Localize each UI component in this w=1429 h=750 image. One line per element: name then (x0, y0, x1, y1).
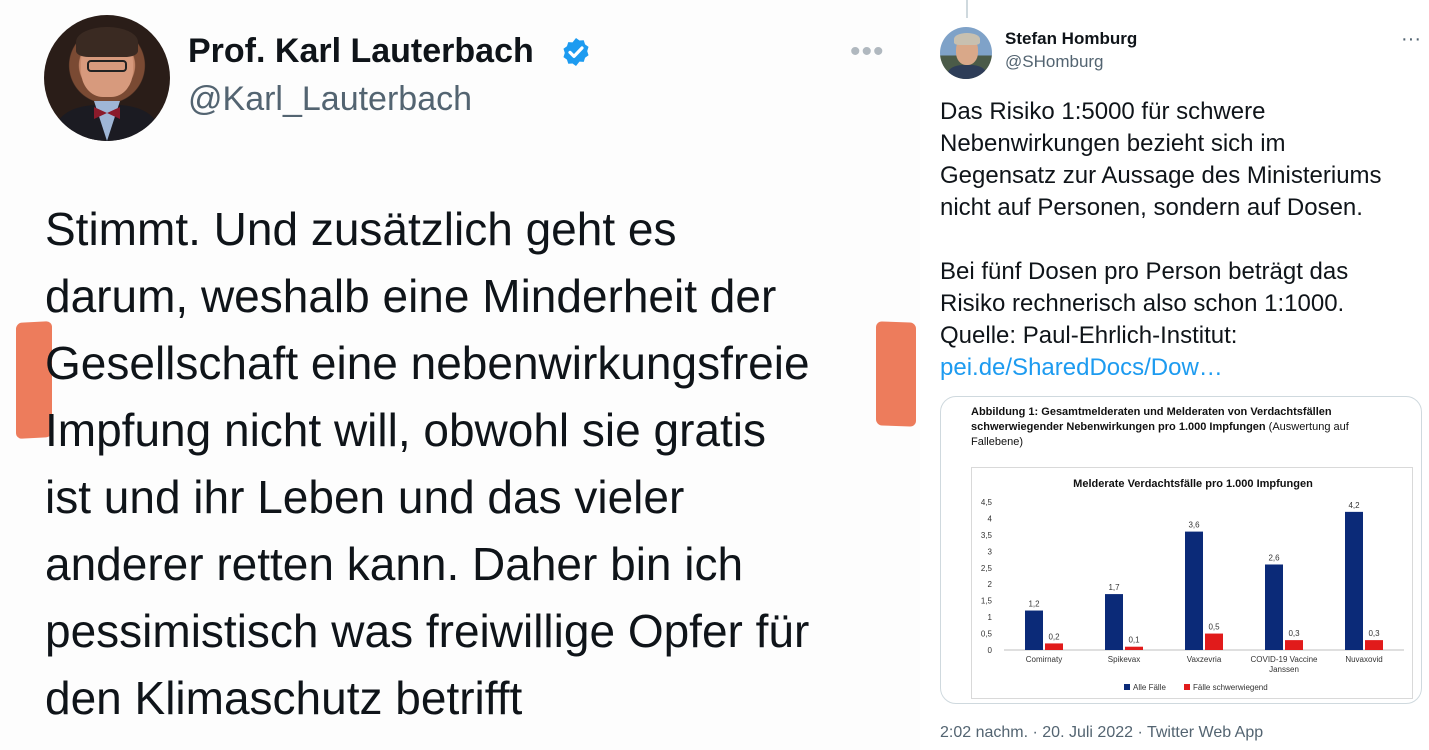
bar-serious-cases (1125, 646, 1143, 650)
avatar[interactable] (940, 27, 992, 79)
avatar[interactable] (44, 15, 170, 141)
y-tick-label: 2,5 (981, 564, 993, 573)
y-tick-label: 4 (988, 514, 993, 523)
data-label: 0,5 (1208, 623, 1220, 632)
bar-all-cases (1265, 564, 1283, 650)
tweet-text: Stimmt. Und zusätzlich geht es darum, we… (45, 196, 905, 732)
data-label: 0,3 (1368, 629, 1380, 638)
data-label: 2,6 (1268, 553, 1280, 562)
figure-caption: Abbildung 1: Gesamtmelderaten und Melder… (971, 405, 1401, 450)
tweet-text-line: den Klimaschutz betrifft (45, 672, 523, 724)
tweet-text-line: Quelle: Paul-Ehrlich-Institut: (940, 322, 1238, 349)
handle[interactable]: @SHomburg (1005, 52, 1104, 72)
data-label: 0,1 (1128, 636, 1140, 645)
legend-label: Fälle schwerwiegend (1193, 683, 1268, 692)
y-tick-label: 2 (988, 580, 993, 589)
bar-chart: Melderate Verdachtsfälle pro 1.000 Impfu… (971, 467, 1413, 699)
tweet-text-line: darum, weshalb eine Minderheit der (45, 270, 777, 322)
tweet-text-line: Gesellschaft eine nebenwirkungsfreie (45, 337, 810, 389)
tweet-text-line: Stimmt. Und zusätzlich geht es (45, 203, 677, 255)
bar-serious-cases (1205, 633, 1223, 650)
bar-all-cases (1185, 531, 1203, 650)
bar-all-cases (1345, 511, 1363, 650)
bar-serious-cases (1045, 643, 1063, 650)
media-card[interactable]: Abbildung 1: Gesamtmelderaten und Melder… (940, 396, 1422, 704)
bar-all-cases (1025, 610, 1043, 650)
legend-swatch (1124, 684, 1130, 690)
x-tick-label: Nuvaxovid (1345, 655, 1382, 664)
y-tick-label: 3,5 (981, 531, 993, 540)
y-tick-label: 1 (988, 613, 993, 622)
tweet-text-line: Bei fünf Dosen pro Person beträgt das (940, 258, 1349, 285)
x-tick-label: COVID-19 Vaccine (1251, 655, 1319, 664)
y-tick-label: 4,5 (981, 498, 993, 507)
tweet-text-line: Gegensatz zur Aussage des Ministeriums (940, 162, 1382, 189)
data-label: 4,2 (1348, 501, 1360, 510)
bar-serious-cases (1285, 640, 1303, 650)
legend-swatch (1184, 684, 1190, 690)
x-tick-label: Janssen (1269, 665, 1299, 674)
data-label: 0,3 (1288, 629, 1300, 638)
data-label: 1,7 (1108, 583, 1120, 592)
verified-badge-icon (563, 38, 589, 66)
tweet-text-line: pessimistisch was freiwillige Opfer für (45, 605, 810, 657)
x-tick-label: Comirnaty (1026, 655, 1062, 664)
tweet-text-line: anderer retten kann. Daher bin ich (45, 538, 744, 590)
more-options-icon[interactable]: ··· (1401, 28, 1421, 51)
bar-serious-cases (1365, 640, 1383, 650)
thread-line (966, 0, 968, 18)
tweet-text: Das Risiko 1:5000 für schwere Nebenwirku… (940, 96, 1420, 384)
source-link[interactable]: pei.de/SharedDocs/Dow… (940, 352, 1420, 384)
tweet-text-line: ist und ihr Leben und das vieler (45, 471, 685, 523)
x-tick-label: Vaxzevria (1187, 655, 1222, 664)
data-label: 3,6 (1188, 521, 1200, 530)
y-tick-label: 3 (988, 547, 993, 556)
bar-all-cases (1105, 594, 1123, 650)
handle[interactable]: @Karl_Lauterbach (188, 80, 472, 119)
y-tick-label: 1,5 (981, 597, 993, 606)
y-tick-label: 0 (988, 646, 993, 655)
y-tick-label: 0,5 (981, 630, 993, 639)
data-label: 1,2 (1028, 600, 1040, 609)
x-tick-label: Spikevax (1108, 655, 1140, 664)
display-name[interactable]: Prof. Karl Lauterbach (188, 32, 534, 71)
tweet-text-line: Impfung nicht will, obwohl sie gratis (45, 404, 766, 456)
tweet-text-line: nicht auf Personen, sondern auf Dosen. (940, 194, 1363, 221)
legend-label: Alle Fälle (1133, 683, 1166, 692)
display-name[interactable]: Stefan Homburg (1005, 29, 1137, 49)
chart-title: Melderate Verdachtsfälle pro 1.000 Impfu… (1073, 478, 1313, 490)
tweet-timestamp[interactable]: 2:02 nachm. · 20. Juli 2022 · Twitter We… (940, 724, 1263, 742)
data-label: 0,2 (1048, 632, 1060, 641)
left-tweet: Prof. Karl Lauterbach @Karl_Lauterbach •… (0, 0, 920, 750)
more-options-icon[interactable]: ••• (850, 37, 885, 67)
tweet-text-line: Nebenwirkungen bezieht sich im (940, 130, 1286, 157)
bar-chart-svg: Melderate Verdachtsfälle pro 1.000 Impfu… (981, 478, 1404, 692)
tweet-text-line: Das Risiko 1:5000 für schwere (940, 98, 1266, 125)
tweet-text-line: Risiko rechnerisch also schon 1:1000. (940, 290, 1345, 317)
right-tweet: Stefan Homburg @SHomburg ··· Das Risiko … (925, 0, 1429, 750)
